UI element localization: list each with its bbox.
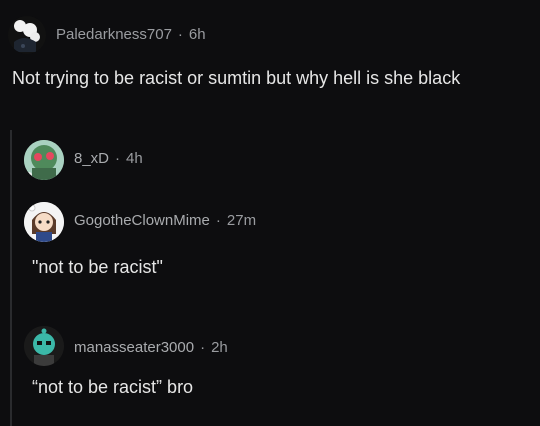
separator-dot: ·	[215, 212, 221, 229]
separator-dot: ·	[115, 150, 121, 167]
timestamp: 6h	[188, 26, 206, 43]
username[interactable]: 8_xD	[74, 150, 109, 167]
avatar[interactable]	[24, 140, 64, 180]
separator-dot: ·	[200, 339, 206, 356]
avatar-character-icon	[24, 326, 64, 366]
avatar-chibi-icon	[24, 202, 64, 242]
comment-body: "not to be racist"	[32, 257, 163, 277]
separator-dot: ·	[177, 26, 183, 43]
comment-body: Not trying to be racist or sumtin but wh…	[12, 68, 461, 88]
timestamp: 4h	[126, 150, 143, 167]
comment-meta: manasseater3000 · 2h	[74, 339, 228, 356]
avatar-ghost-icon	[8, 16, 46, 54]
comment-meta: 8_xD · 4h	[74, 150, 143, 167]
username[interactable]: manasseater3000	[74, 339, 194, 356]
avatar[interactable]	[24, 326, 64, 366]
avatar[interactable]	[8, 16, 46, 54]
timestamp: 27m	[226, 212, 257, 229]
comment-body: “not to be racist” bro	[32, 377, 194, 397]
avatar[interactable]	[24, 202, 64, 242]
avatar-character-icon	[24, 140, 64, 180]
thread-line[interactable]	[10, 130, 12, 426]
comment-meta: Paledarkness707 · 6h	[56, 26, 206, 43]
username[interactable]: Paledarkness707	[56, 26, 172, 43]
timestamp: 2h	[211, 339, 228, 356]
comment-meta: GogotheClownMime · 27m	[74, 212, 256, 229]
username[interactable]: GogotheClownMime	[74, 212, 210, 229]
